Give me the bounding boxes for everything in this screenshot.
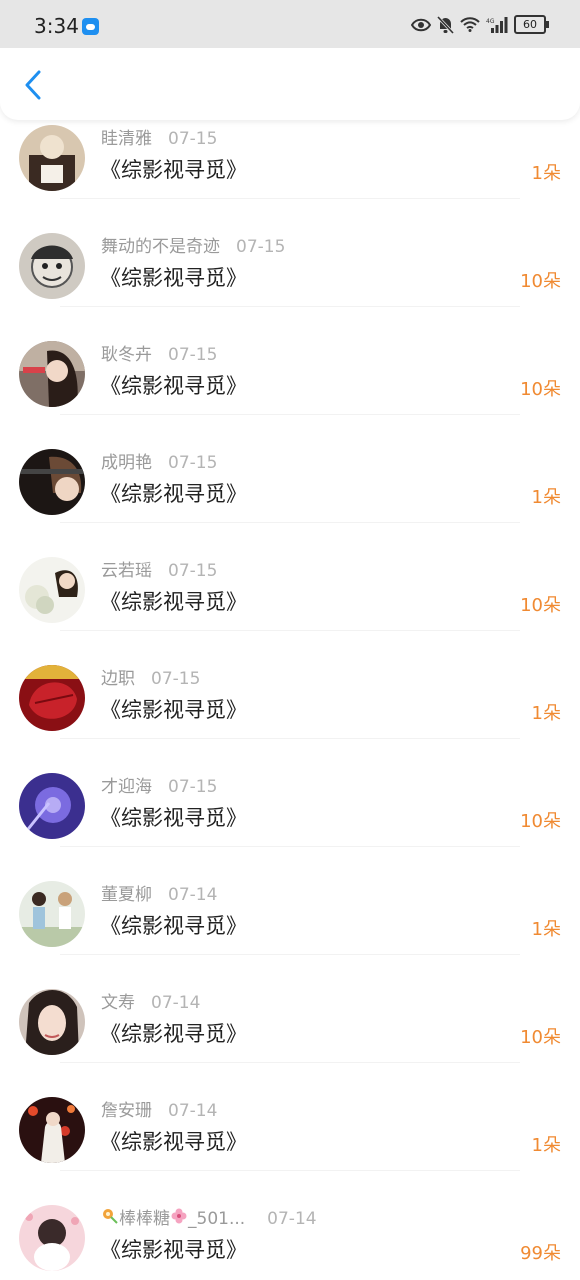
gift-date: 07-14	[267, 1209, 317, 1229]
avatar[interactable]	[19, 989, 85, 1055]
book-title: 《综影视寻觅》	[100, 374, 247, 398]
book-title: 《综影视寻觅》	[100, 590, 247, 614]
gift-amount: 1朵	[531, 919, 561, 940]
gift-row[interactable]: 成明艳 07-15 《综影视寻觅》 1朵	[0, 415, 580, 523]
avatar[interactable]	[19, 1097, 85, 1163]
status-icons: 4G 60	[411, 15, 549, 34]
gift-list: 眭清雅 07-15 《综影视寻觅》 1朵 舞动的不是奇迹 07-15 《综影视寻觅》…	[0, 91, 580, 1279]
book-title: 《综影视寻觅》	[100, 1130, 247, 1154]
book-title: 《综影视寻觅》	[100, 158, 247, 182]
sender-name[interactable]: 成明艳	[101, 453, 152, 473]
avatar[interactable]	[19, 881, 85, 947]
sender-name[interactable]: 边职	[101, 669, 135, 689]
chevron-left-icon	[25, 70, 41, 100]
sender-info: 詹安珊 07-14	[101, 1096, 217, 1121]
sender-name[interactable]: 舞动的不是奇迹	[101, 237, 220, 257]
gift-amount: 10朵	[520, 1027, 561, 1048]
sender-name[interactable]: 眭清雅	[101, 129, 152, 149]
sender-name[interactable]: 才迎海	[101, 777, 152, 797]
gift-amount: 1朵	[531, 703, 561, 724]
gift-amount: 10朵	[520, 379, 561, 400]
sender-info: 眭清雅 07-15	[101, 124, 217, 149]
gift-amount: 1朵	[531, 487, 561, 508]
sender-name[interactable]: 文寿	[101, 993, 135, 1013]
sender-name[interactable]: 詹安珊	[101, 1101, 152, 1121]
gift-row[interactable]: 棒棒糖 _501... 07-14 《综影视寻觅》 99朵	[0, 1171, 580, 1279]
book-title: 《综影视寻觅》	[100, 1022, 247, 1046]
book-title: 《综影视寻觅》	[100, 266, 247, 290]
sender-name[interactable]: 棒棒糖	[119, 1209, 170, 1229]
sender-info: 边职 07-15	[101, 664, 200, 689]
eye-icon	[411, 18, 431, 31]
gift-row[interactable]: 云若瑶 07-15 《综影视寻觅》 10朵	[0, 523, 580, 631]
gift-row[interactable]: 才迎海 07-15 《综影视寻觅》 10朵	[0, 739, 580, 847]
avatar[interactable]	[19, 125, 85, 191]
gift-date: 07-15	[168, 453, 218, 473]
gift-row[interactable]: 文寿 07-14 《综影视寻觅》 10朵	[0, 955, 580, 1063]
avatar[interactable]	[19, 665, 85, 731]
gift-row[interactable]: 詹安珊 07-14 《综影视寻觅》 1朵	[0, 1063, 580, 1171]
gift-amount: 10朵	[520, 595, 561, 616]
sender-info: 文寿 07-14	[101, 988, 200, 1013]
sender-name[interactable]: 云若瑶	[101, 561, 152, 581]
gift-date: 07-14	[168, 885, 218, 905]
book-title: 《综影视寻觅》	[100, 806, 247, 830]
avatar[interactable]	[19, 341, 85, 407]
book-title: 《综影视寻觅》	[100, 482, 247, 506]
gift-date: 07-14	[151, 993, 201, 1013]
svg-text:4G: 4G	[486, 18, 495, 25]
avatar[interactable]	[19, 1205, 85, 1271]
gift-date: 07-15	[236, 237, 286, 257]
sender-info: 董夏柳 07-14	[101, 880, 217, 905]
wifi-icon	[460, 17, 480, 32]
gift-date: 07-14	[168, 1101, 218, 1121]
bell-off-icon	[437, 15, 454, 34]
avatar[interactable]	[19, 233, 85, 299]
gift-row[interactable]: 边职 07-15 《综影视寻觅》 1朵	[0, 631, 580, 739]
book-title: 《综影视寻觅》	[100, 914, 247, 938]
lollipop-icon	[101, 1208, 119, 1229]
book-title: 《综影视寻觅》	[100, 698, 247, 722]
gift-row[interactable]: 耿冬卉 07-15 《综影视寻觅》 10朵	[0, 307, 580, 415]
gift-amount: 99朵	[520, 1243, 561, 1264]
battery-icon: 60	[514, 15, 549, 34]
avatar[interactable]	[19, 557, 85, 623]
avatar[interactable]	[19, 449, 85, 515]
gift-date: 07-15	[151, 669, 201, 689]
app-badge-icon	[82, 18, 99, 35]
avatar[interactable]	[19, 773, 85, 839]
book-title: 《综影视寻觅》	[100, 1238, 247, 1262]
sender-info: 棒棒糖 _501... 07-14	[101, 1204, 317, 1229]
sender-name[interactable]: 董夏柳	[101, 885, 152, 905]
top-nav-bar	[0, 48, 580, 120]
gift-date: 07-15	[168, 129, 218, 149]
sender-name-suffix[interactable]: _501...	[188, 1209, 245, 1229]
sender-info: 才迎海 07-15	[101, 772, 217, 797]
sender-info: 耿冬卉 07-15	[101, 340, 217, 365]
sender-info: 云若瑶 07-15	[101, 556, 217, 581]
gift-date: 07-15	[168, 777, 218, 797]
sender-info: 成明艳 07-15	[101, 448, 217, 473]
status-time: 3:34	[34, 14, 79, 38]
gift-amount: 1朵	[531, 1135, 561, 1156]
sender-info: 舞动的不是奇迹 07-15	[101, 232, 285, 257]
gift-amount: 1朵	[531, 163, 561, 184]
status-bar: 3:34 4G 60	[0, 0, 580, 48]
gift-amount: 10朵	[520, 271, 561, 292]
gift-row[interactable]: 舞动的不是奇迹 07-15 《综影视寻觅》 10朵	[0, 199, 580, 307]
gift-date: 07-15	[168, 561, 218, 581]
cherry-blossom-icon	[170, 1208, 188, 1229]
gift-date: 07-15	[168, 345, 218, 365]
signal-icon: 4G	[486, 16, 508, 33]
gift-amount: 10朵	[520, 811, 561, 832]
back-button[interactable]	[16, 68, 50, 102]
sender-name[interactable]: 耿冬卉	[101, 345, 152, 365]
gift-row[interactable]: 董夏柳 07-14 《综影视寻觅》 1朵	[0, 847, 580, 955]
